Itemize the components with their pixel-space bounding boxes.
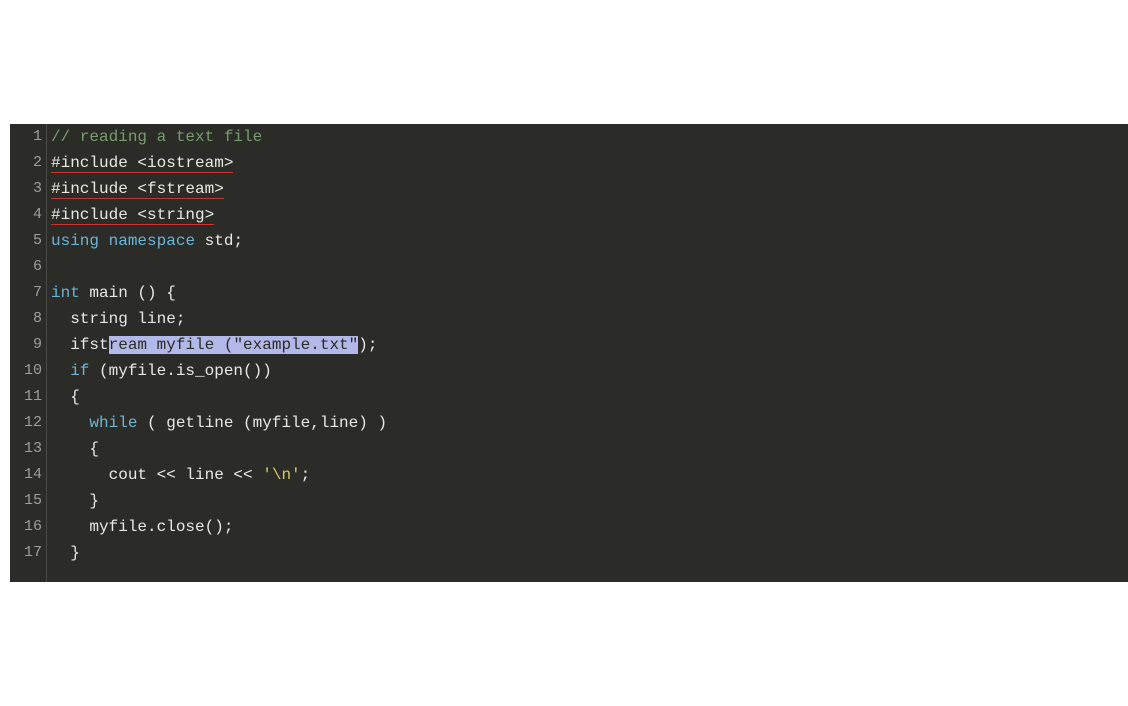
line-number: 1 <box>10 124 46 150</box>
line-number: 16 <box>10 514 46 540</box>
code-token: string line; <box>51 310 185 328</box>
code-line[interactable]: while ( getline (myfile,line) ) <box>51 410 1128 436</box>
code-token: #include <fstream> <box>51 180 224 199</box>
code-token: ifst <box>51 336 109 354</box>
code-line[interactable]: using namespace std; <box>51 228 1128 254</box>
code-token: ; <box>301 466 311 484</box>
code-token: { <box>51 440 99 458</box>
code-line[interactable]: { <box>51 436 1128 462</box>
code-token: int <box>51 284 80 302</box>
code-token: } <box>51 492 99 510</box>
code-line[interactable] <box>51 254 1128 280</box>
code-token: if <box>70 362 89 380</box>
code-line[interactable]: #include <string> <box>51 202 1128 228</box>
code-line[interactable]: { <box>51 384 1128 410</box>
code-area[interactable]: // reading a text file #include <iostream… <box>47 124 1128 582</box>
code-token: #include <string> <box>51 206 214 225</box>
line-number: 13 <box>10 436 46 462</box>
code-line[interactable]: #include <iostream> <box>51 150 1128 176</box>
code-editor[interactable]: 1234567891011121314151617 // reading a t… <box>10 124 1128 582</box>
line-number: 7 <box>10 280 46 306</box>
line-number: 12 <box>10 410 46 436</box>
code-token: } <box>51 544 80 562</box>
code-line[interactable]: } <box>51 540 1128 566</box>
code-line[interactable]: myfile.close(); <box>51 514 1128 540</box>
code-token: cout << line << <box>51 466 262 484</box>
code-token: { <box>51 388 80 406</box>
code-line[interactable]: if (myfile.is_open()) <box>51 358 1128 384</box>
line-number: 11 <box>10 384 46 410</box>
line-number: 17 <box>10 540 46 566</box>
code-token: namespace <box>109 232 195 250</box>
code-line[interactable]: // reading a text file <box>51 124 1128 150</box>
code-token: using <box>51 232 99 250</box>
code-token: while <box>89 414 137 432</box>
line-number: 9 <box>10 332 46 358</box>
code-line[interactable]: } <box>51 488 1128 514</box>
line-number: 4 <box>10 202 46 228</box>
line-number: 10 <box>10 358 46 384</box>
code-line[interactable]: string line; <box>51 306 1128 332</box>
code-line[interactable]: int main () { <box>51 280 1128 306</box>
code-token: ); <box>358 336 377 354</box>
code-token: ( getline (myfile,line) ) <box>137 414 387 432</box>
line-number: 8 <box>10 306 46 332</box>
line-number: 3 <box>10 176 46 202</box>
code-token: #include <iostream> <box>51 154 233 173</box>
line-number-gutter: 1234567891011121314151617 <box>10 124 47 582</box>
code-token <box>51 414 89 432</box>
code-line[interactable]: ifstream myfile ("example.txt"); <box>51 332 1128 358</box>
line-number: 5 <box>10 228 46 254</box>
code-token <box>51 362 70 380</box>
code-token: "example.txt" <box>233 336 358 354</box>
line-number: 14 <box>10 462 46 488</box>
line-number: 2 <box>10 150 46 176</box>
code-token: // reading a text file <box>51 128 262 146</box>
code-token: std; <box>195 232 243 250</box>
line-number: 6 <box>10 254 46 280</box>
code-line[interactable]: cout << line << '\n'; <box>51 462 1128 488</box>
code-token: ream myfile ( <box>109 336 234 354</box>
line-number: 15 <box>10 488 46 514</box>
code-token: (myfile.is_open()) <box>89 362 271 380</box>
code-line[interactable]: #include <fstream> <box>51 176 1128 202</box>
code-token: '\n' <box>262 466 300 484</box>
code-token: main () { <box>80 284 176 302</box>
code-token: myfile.close(); <box>51 518 233 536</box>
code-token <box>99 232 109 250</box>
